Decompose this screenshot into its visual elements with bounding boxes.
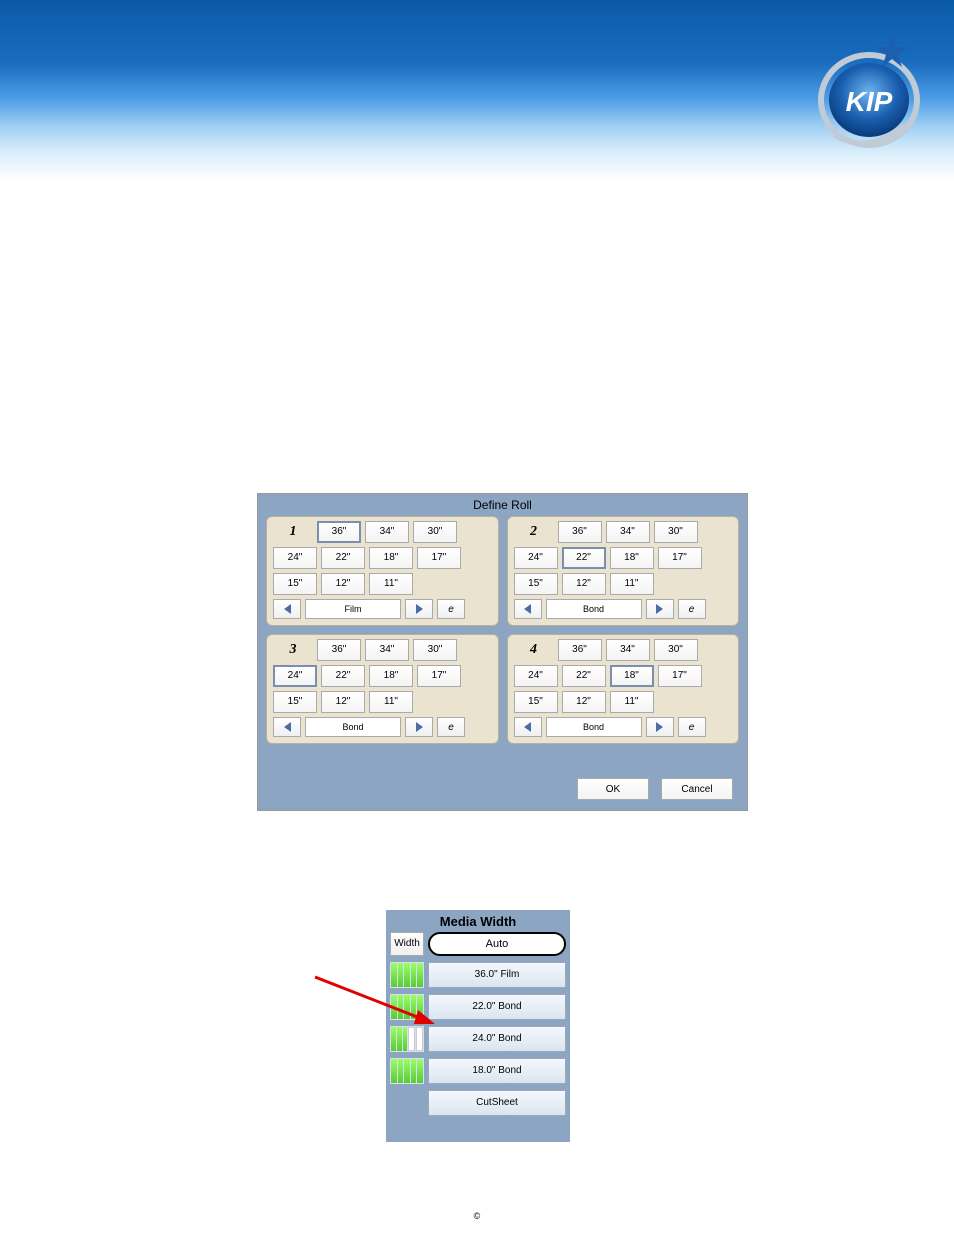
size-button[interactable]: 17" (417, 665, 461, 687)
size-button[interactable]: 11" (610, 573, 654, 595)
auto-button[interactable]: Auto (428, 932, 566, 956)
next-media-button[interactable] (405, 599, 433, 619)
size-button[interactable]: 34" (365, 639, 409, 661)
prev-media-button[interactable] (514, 599, 542, 619)
media-type-label: Film (305, 599, 401, 619)
media-type-label: Bond (546, 717, 642, 737)
kip-logo: KIP (814, 25, 924, 160)
size-button[interactable]: 17" (417, 547, 461, 569)
prev-media-button[interactable] (273, 717, 301, 737)
roll-number: 2 (514, 521, 554, 543)
footer-copyright: © (0, 1211, 954, 1221)
prev-media-button[interactable] (273, 599, 301, 619)
size-button[interactable]: 15" (514, 573, 558, 595)
size-button[interactable]: 18" (610, 547, 654, 569)
edit-icon[interactable]: e (678, 717, 706, 737)
media-choice-button[interactable]: 18.0" Bond (428, 1058, 566, 1084)
media-width-title: Media Width (390, 914, 566, 929)
size-button[interactable]: 12" (562, 691, 606, 713)
define-roll-dialog: Define Roll 136"34"30"24"22"18"17"15"12"… (257, 493, 748, 811)
roll-quad-3: 336"34"30" 24"22"18"17" 15"12"11" Bond e (266, 634, 499, 744)
size-button[interactable]: 24" (273, 665, 317, 687)
size-button[interactable]: 18" (610, 665, 654, 687)
dialog-title: Define Roll (258, 494, 747, 516)
next-media-button[interactable] (405, 717, 433, 737)
roll-number: 3 (273, 639, 313, 661)
size-button[interactable]: 24" (273, 547, 317, 569)
roll-gauge (390, 962, 424, 988)
roll-gauge (390, 1026, 424, 1052)
roll-quad-4: 436"34"30" 24"22"18"17" 15"12"11" Bond e (507, 634, 740, 744)
roll-quad-1: 136"34"30" 24"22"18"17" 15"12"11" Film e (266, 516, 499, 626)
size-button[interactable]: 22" (562, 665, 606, 687)
size-button[interactable]: 12" (321, 691, 365, 713)
size-button[interactable]: 18" (369, 547, 413, 569)
media-type-label: Bond (546, 599, 642, 619)
size-button[interactable]: 34" (606, 521, 650, 543)
size-button[interactable]: 18" (369, 665, 413, 687)
size-button[interactable]: 22" (562, 547, 606, 569)
size-button[interactable]: 24" (514, 547, 558, 569)
size-button[interactable]: 15" (273, 691, 317, 713)
size-button[interactable]: 30" (413, 521, 457, 543)
size-button[interactable]: 11" (610, 691, 654, 713)
size-button[interactable]: 17" (658, 665, 702, 687)
edit-icon[interactable]: e (437, 717, 465, 737)
size-button[interactable]: 30" (413, 639, 457, 661)
roll-gauge (390, 994, 424, 1020)
width-button[interactable]: Width (390, 932, 424, 956)
cancel-button[interactable]: Cancel (661, 778, 733, 800)
size-button[interactable]: 17" (658, 547, 702, 569)
edit-icon[interactable]: e (437, 599, 465, 619)
size-button[interactable]: 22" (321, 547, 365, 569)
size-button[interactable]: 12" (321, 573, 365, 595)
size-button[interactable]: 11" (369, 573, 413, 595)
cutsheet-button[interactable]: CutSheet (428, 1090, 566, 1116)
size-button[interactable]: 24" (514, 665, 558, 687)
roll-gauge (390, 1058, 424, 1084)
edit-icon[interactable]: e (678, 599, 706, 619)
size-button[interactable]: 36" (558, 639, 602, 661)
size-button[interactable]: 22" (321, 665, 365, 687)
header-band: KIP (0, 0, 954, 180)
media-choice-button[interactable]: 22.0" Bond (428, 994, 566, 1020)
size-button[interactable]: 36" (317, 639, 361, 661)
ok-button[interactable]: OK (577, 778, 649, 800)
media-choice-button[interactable]: 36.0" Film (428, 962, 566, 988)
next-media-button[interactable] (646, 717, 674, 737)
size-button[interactable]: 15" (514, 691, 558, 713)
size-button[interactable]: 11" (369, 691, 413, 713)
size-button[interactable]: 34" (365, 521, 409, 543)
size-button[interactable]: 30" (654, 639, 698, 661)
media-width-panel: Media Width Width Auto 36.0" Film 22.0" B… (386, 910, 570, 1142)
prev-media-button[interactable] (514, 717, 542, 737)
size-button[interactable]: 15" (273, 573, 317, 595)
roll-quad-2: 236"34"30" 24"22"18"17" 15"12"11" Bond e (507, 516, 740, 626)
roll-number: 4 (514, 639, 554, 661)
size-button[interactable]: 30" (654, 521, 698, 543)
media-type-label: Bond (305, 717, 401, 737)
size-button[interactable]: 36" (558, 521, 602, 543)
svg-text:KIP: KIP (846, 86, 893, 117)
size-button[interactable]: 36" (317, 521, 361, 543)
next-media-button[interactable] (646, 599, 674, 619)
size-button[interactable]: 12" (562, 573, 606, 595)
roll-number: 1 (273, 521, 313, 543)
size-button[interactable]: 34" (606, 639, 650, 661)
media-choice-button[interactable]: 24.0" Bond (428, 1026, 566, 1052)
